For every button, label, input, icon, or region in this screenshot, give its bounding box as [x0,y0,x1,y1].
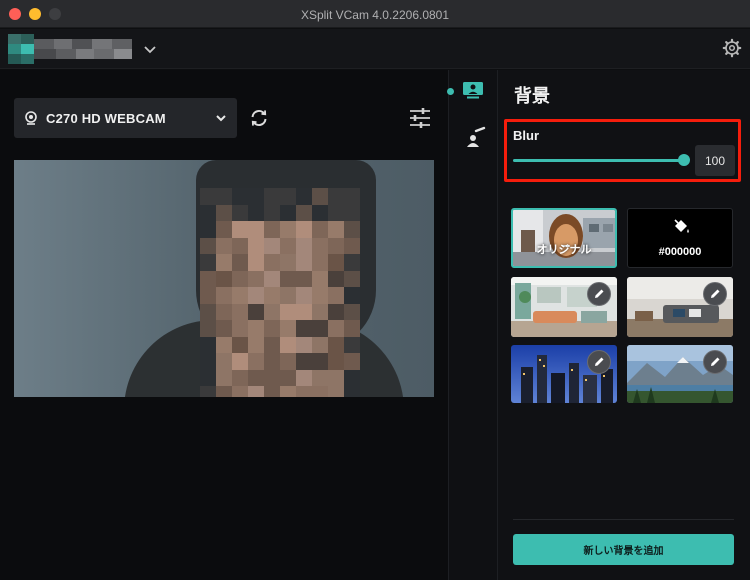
edit-background-button[interactable] [703,282,727,306]
chevron-down-icon [216,115,226,122]
panel-title: 背景 [514,86,550,106]
sliders-icon[interactable] [408,107,432,129]
camera-preview [14,160,434,403]
person-effect-icon[interactable] [466,126,486,148]
edit-background-button[interactable] [587,350,611,374]
background-tile-mountain-lake[interactable] [627,345,733,403]
gear-icon[interactable] [722,38,742,58]
refresh-icon[interactable] [249,108,269,128]
blur-label: Blur [513,128,539,143]
camera-select[interactable]: C270 HD WEBCAM [14,98,237,138]
background-tile-living-room[interactable] [511,277,617,337]
pencil-icon [595,357,604,366]
blur-value-field[interactable]: 100 [695,145,735,176]
window-title: XSplit VCam 4.0.2206.0801 [300,8,450,22]
background-tile-label: オリジナル [536,244,592,256]
background-tile-solid-color[interactable]: #000000 [627,208,733,268]
avatar[interactable] [8,34,34,64]
pencil-icon [711,357,720,366]
paint-bucket-icon [674,219,689,233]
pixelated-face [200,188,360,403]
add-background-button[interactable]: 新しい背景を追加 [513,534,734,565]
title-bar: XSplit VCam 4.0.2206.0801 [0,0,750,28]
background-tile-lounge[interactable] [627,277,733,337]
active-tab-indicator [447,88,454,95]
background-tile-original[interactable]: オリジナル [511,208,617,268]
background-tile-label: #000000 [658,246,702,258]
camera-select-value: C270 HD WEBCAM [46,110,166,126]
chevron-down-icon[interactable] [142,41,158,57]
pencil-icon [595,289,604,298]
blur-slider-track[interactable] [513,159,683,162]
blur-slider-thumb[interactable] [677,154,690,166]
edit-background-button[interactable] [587,282,611,306]
webcam-icon [25,111,37,125]
background-tile-city-night[interactable] [511,345,617,403]
account-bar [0,29,750,69]
account-name-redacted [34,39,132,59]
pencil-icon [711,289,720,298]
edit-background-button[interactable] [703,350,727,374]
person-background-icon[interactable] [462,81,484,99]
